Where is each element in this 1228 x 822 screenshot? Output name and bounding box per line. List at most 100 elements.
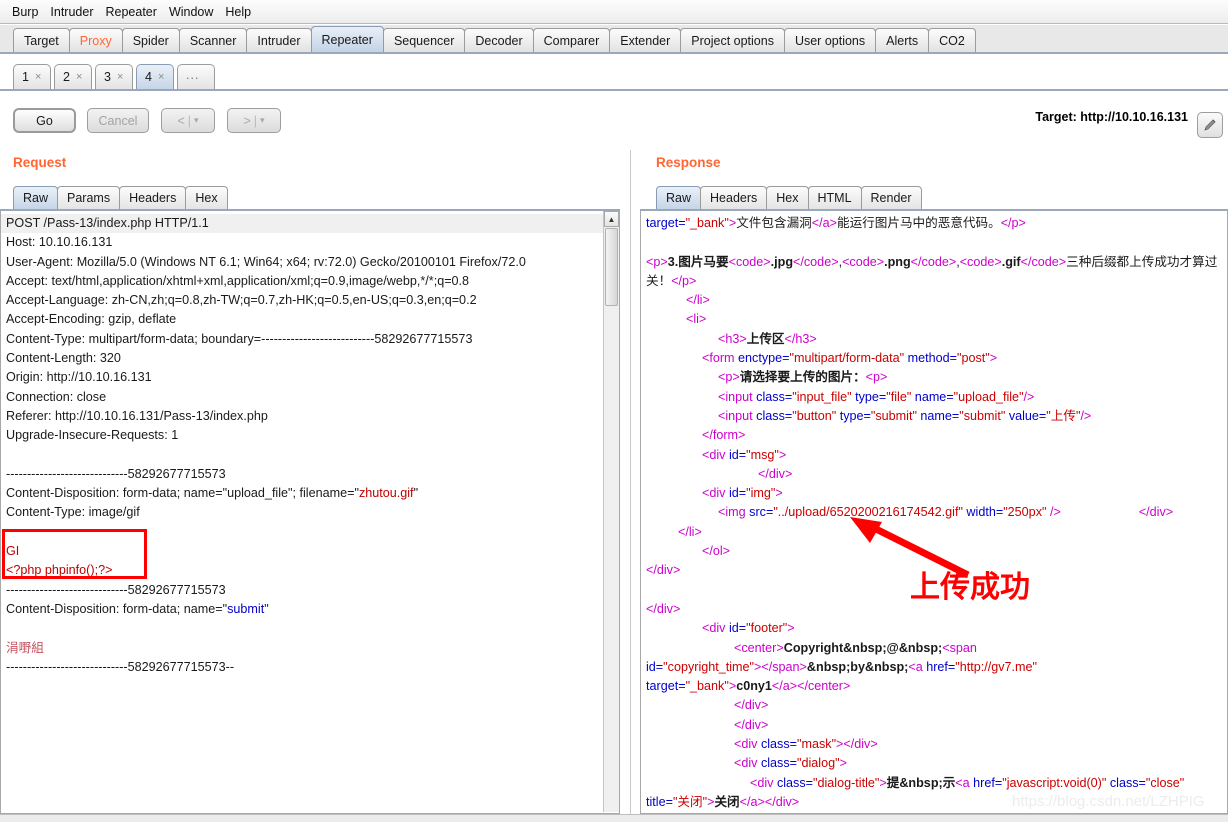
response-dialog-close-link: title="关闭">关闭</a></div> [646,794,800,809]
request-panel-title: Request [13,155,67,170]
response-raw-text[interactable]: target="_bank">文件包含漏洞</a>能运行图片马中的恶意代码。</… [641,211,1227,813]
close-icon[interactable]: × [158,71,164,83]
repeater-tab-3-label: 3 [104,70,111,84]
request-tab-headers[interactable]: Headers [119,186,187,209]
response-li-close-1: </li> [686,293,710,308]
tab-target[interactable]: Target [13,28,70,52]
menu-item-window[interactable]: Window [163,3,219,21]
close-icon[interactable]: × [76,71,82,83]
forward-button[interactable]: > | ▾ [227,108,281,133]
request-raw-text[interactable]: POST /Pass-13/index.php HTTP/1.1 Host: 10… [1,211,605,677]
payload-php-code: <?php phpinfo();?> [6,563,113,578]
response-div-mask: <div class="mask"></div> [734,737,878,752]
response-img-tag: <img src="../upload/6520200216174542.gif… [718,505,1174,520]
tab-repeater[interactable]: Repeater [310,26,384,52]
response-tab-headers[interactable]: Headers [700,186,768,209]
response-div-msg-close: </div> [758,466,793,481]
tab-user-options[interactable]: User options [783,28,877,52]
menu-item-intruder[interactable]: Intruder [44,3,99,21]
button-separator: | [253,113,258,128]
repeater-toolbar: Go Cancel < | ▾ > | ▾ Target: http://10.… [0,94,1228,138]
chevron-left-icon: < [177,113,185,128]
tab-intruder[interactable]: Intruder [246,28,312,52]
part-content-type: Content-Type: image/gif [6,505,140,520]
response-tab-render[interactable]: Render [860,186,922,209]
response-dialog-title: <div class="dialog-title">提&nbsp;示<a hre… [750,775,1185,790]
response-editor-panel: target="_bank">文件包含漏洞</a>能运行图片马中的恶意代码。</… [640,211,1228,814]
response-center-copyright: <center>Copyright&nbsp;@&nbsp;<span [734,640,981,655]
button-separator: | [187,113,192,128]
multipart-boundary-1: -----------------------------58292677715… [6,466,226,481]
disposition-prefix: Content-Disposition: form-data; name=" [6,601,228,616]
response-tab-bar: Raw Headers Hex HTML Render [656,184,922,209]
response-div-dialog: <div class="dialog"> [734,756,847,771]
cancel-button[interactable]: Cancel [87,108,149,133]
response-li-close-2: </li> [678,524,702,539]
header-connection: Connection: close [6,389,107,404]
response-tab-raw[interactable]: Raw [656,186,702,209]
menu-item-help[interactable]: Help [219,3,257,21]
menu-item-burp[interactable]: Burp [6,3,44,21]
repeater-tab-new[interactable]: ... [177,64,215,89]
tab-comparer[interactable]: Comparer [532,28,611,52]
tab-decoder[interactable]: Decoder [464,28,534,52]
header-referer: Referer: http://10.10.16.131/Pass-13/ind… [6,408,268,423]
chevron-right-icon: > [243,113,251,128]
response-div-close-4: </div> [734,717,769,732]
response-input-submit: <input class="button" type="submit" name… [718,408,1092,423]
tab-extender[interactable]: Extender [609,28,682,52]
tab-alerts[interactable]: Alerts [875,28,930,52]
header-content-type: Content-Type: multipart/form-data; bound… [6,331,473,346]
response-input-file: <input class="input_file" type="file" na… [718,389,1035,404]
go-button[interactable]: Go [13,108,76,133]
repeater-tab-4[interactable]: 4 × [136,64,174,89]
repeater-tab-3[interactable]: 3 × [95,64,133,89]
close-icon[interactable]: × [117,71,123,83]
back-button[interactable]: < | ▾ [161,108,215,133]
scroll-up-arrow[interactable]: ▲ [604,211,619,227]
tab-project-options[interactable]: Project options [680,28,785,52]
blog-watermark: https://blog.csdn.net/LZHPIG [1012,793,1205,810]
response-p-prompt: <p>请选择要上传的图片：<p> [718,370,888,385]
response-form-open: <form enctype="multipart/form-data" meth… [702,351,998,366]
request-scrollbar[interactable]: ▲ [603,211,619,812]
annotation-upload-success-text: 上传成功 [910,570,1030,605]
close-icon[interactable]: × [35,71,41,83]
tab-co2[interactable]: CO2 [928,28,976,52]
response-line-3: <p>3.图片马要<code>.jpg</code>,<code>.png</c… [646,254,1218,288]
content-disposition-submit: Content-Disposition: form-data; name="su… [6,602,269,616]
response-tab-hex[interactable]: Hex [766,186,809,209]
repeater-tab-1[interactable]: 1 × [13,64,51,89]
tab-sequencer[interactable]: Sequencer [382,28,466,52]
header-upgrade-insecure: Upgrade-Insecure-Requests: 1 [6,428,179,443]
menu-item-repeater[interactable]: Repeater [100,3,163,21]
panel-divider[interactable] [630,150,631,814]
response-div-msg: <div id="msg"> [702,447,787,462]
request-tab-raw[interactable]: Raw [13,186,59,209]
request-tab-params[interactable]: Params [57,186,121,209]
response-ol-close: </ol> [702,544,731,559]
edit-target-button[interactable] [1197,112,1223,138]
disposition-prefix: Content-Disposition: form-data; name="up… [6,486,359,501]
chevron-down-icon[interactable]: ▾ [260,115,265,126]
main-tab-strip: Target Proxy Spider Scanner Intruder Rep… [0,25,1228,54]
chevron-down-icon[interactable]: ▾ [194,115,199,126]
response-div-close-2: </div> [646,601,681,616]
menu-bar: Burp Intruder Repeater Window Help [0,0,1228,24]
submit-field-name: submit [227,601,265,616]
tab-spider[interactable]: Spider [121,28,180,52]
response-author-link: target="_bank">c0ny1</a></center> [646,679,851,694]
header-accept-encoding: Accept-Encoding: gzip, deflate [6,312,177,327]
request-tab-hex[interactable]: Hex [185,186,228,209]
tab-proxy[interactable]: Proxy [68,28,123,52]
response-tab-html[interactable]: HTML [807,186,862,209]
payload-gif-magic: GI [6,544,20,559]
repeater-tab-2-label: 2 [63,70,70,84]
scrollbar-thumb[interactable] [605,228,618,306]
multipart-boundary-end: -----------------------------58292677715… [6,659,235,674]
repeater-tab-2[interactable]: 2 × [54,64,92,89]
pencil-icon [1204,119,1216,131]
tab-scanner[interactable]: Scanner [178,28,248,52]
